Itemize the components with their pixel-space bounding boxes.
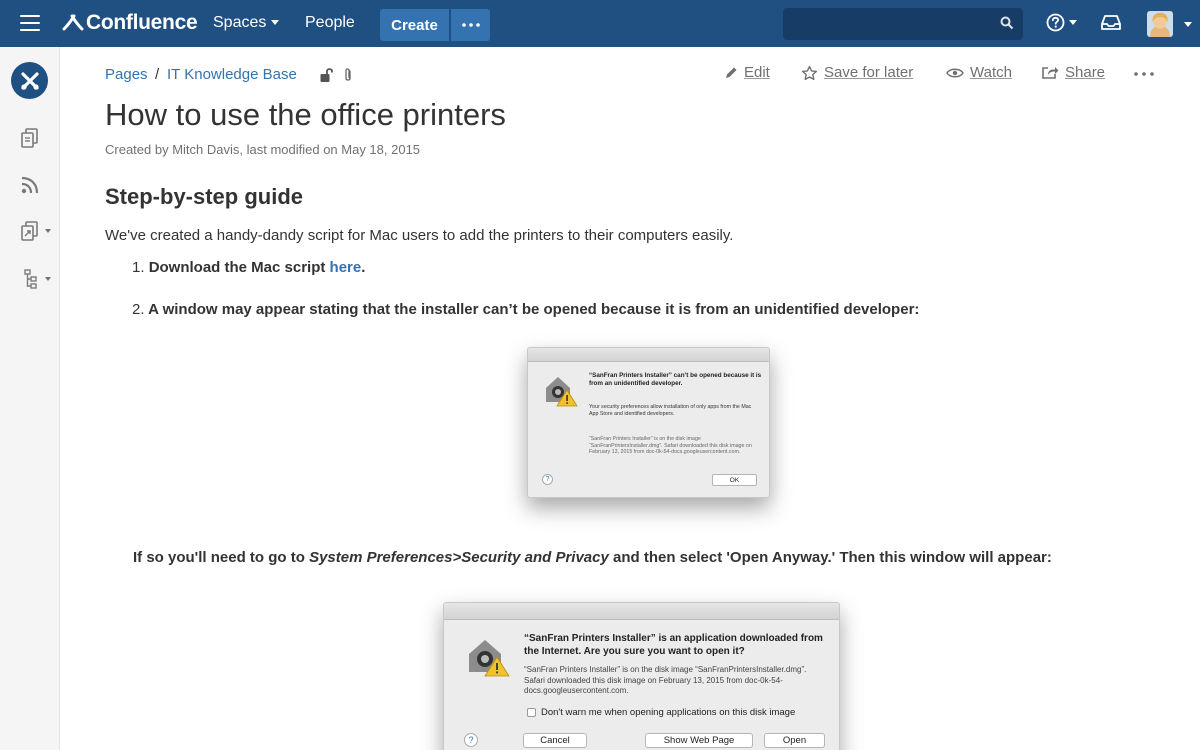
script-download-link[interactable]: here bbox=[330, 259, 362, 276]
notifications-inbox-icon[interactable] bbox=[1101, 14, 1121, 31]
user-avatar[interactable] bbox=[1147, 11, 1173, 37]
list-item: 2. A window may appear stating that the … bbox=[132, 301, 919, 318]
intro-paragraph: We've created a handy-dandy script for M… bbox=[105, 227, 734, 244]
dialog-show-web-page-button: Show Web Page bbox=[645, 733, 753, 748]
share-label: Share bbox=[1065, 64, 1106, 81]
dialog-body: “SanFran Printers Installer” is on the d… bbox=[524, 665, 807, 695]
user-avatar-image bbox=[1147, 11, 1173, 37]
dialog-body: Your security preferences allow installa… bbox=[589, 404, 752, 417]
dialog-title-bar bbox=[528, 348, 769, 362]
pencil-icon bbox=[726, 67, 737, 78]
breadcrumb-it-knowledge-base[interactable]: IT Knowledge Base bbox=[167, 66, 297, 83]
blog-feed-icon[interactable] bbox=[20, 175, 40, 195]
dialog-open-button: Open bbox=[764, 733, 825, 748]
shortcuts-icon bbox=[21, 221, 38, 241]
spaces-label: Spaces bbox=[213, 14, 267, 31]
instruction-prefix: If so you'll need to go to bbox=[133, 549, 310, 566]
space-logo-icon[interactable] bbox=[11, 62, 48, 99]
dialog-help-button: ? bbox=[542, 474, 553, 485]
create-button[interactable]: Create bbox=[380, 9, 449, 41]
dialog-detail: “SanFran Printers Installer” is on the d… bbox=[589, 436, 752, 456]
chevron-down-icon bbox=[45, 277, 51, 281]
dialog-help-button: ? bbox=[464, 733, 478, 747]
open-application-dialog-screenshot: “SanFran Printers Installer” is an appli… bbox=[443, 602, 840, 750]
page-tree-icon bbox=[24, 269, 37, 289]
step-suffix: . bbox=[361, 259, 366, 276]
dialog-ok-button: OK bbox=[712, 474, 757, 486]
chevron-down-icon bbox=[1069, 20, 1077, 25]
step-text: A window may appear stating that the ins… bbox=[148, 301, 920, 318]
dialog-title-bar bbox=[444, 603, 839, 620]
share-button[interactable]: Share bbox=[1041, 64, 1105, 81]
chevron-down-icon bbox=[271, 20, 280, 26]
create-more-button[interactable] bbox=[451, 9, 490, 41]
product-name: Confluence bbox=[86, 11, 198, 34]
chevron-down-icon bbox=[45, 229, 51, 233]
space-sidebar bbox=[0, 47, 60, 750]
watch-label: Watch bbox=[970, 64, 1012, 81]
step-number: 2. bbox=[132, 301, 145, 318]
pages-icon[interactable] bbox=[20, 127, 40, 149]
security-warning-icon bbox=[546, 377, 578, 407]
checkbox-label: Don't warn me when opening applications … bbox=[541, 707, 796, 718]
menu-icon[interactable] bbox=[20, 15, 40, 31]
page-metadata: Created by Mitch Davis, last modified on… bbox=[105, 142, 421, 157]
unidentified-developer-dialog-screenshot: “SanFran Printers Installer” can’t be op… bbox=[527, 347, 770, 498]
people-link[interactable]: People bbox=[305, 14, 355, 32]
search-icon[interactable] bbox=[1000, 16, 1014, 30]
security-warning-icon bbox=[469, 640, 510, 677]
instruction-path: System Preferences>Security and Privacy bbox=[309, 549, 609, 566]
edit-button[interactable]: Edit bbox=[724, 64, 770, 81]
dialog-title: “SanFran Printers Installer” can’t be op… bbox=[589, 372, 762, 387]
breadcrumb-separator: / bbox=[155, 66, 160, 83]
save-for-later-label: Save for later bbox=[824, 64, 914, 81]
list-item: 1. Download the Mac script here. bbox=[132, 259, 365, 276]
attachment-icon[interactable] bbox=[343, 67, 353, 83]
checkbox-icon bbox=[527, 708, 536, 717]
section-heading: Step-by-step guide bbox=[105, 184, 304, 209]
search-field[interactable] bbox=[783, 8, 1023, 40]
confluence-logo[interactable]: Confluence bbox=[62, 10, 198, 36]
breadcrumb-pages[interactable]: Pages bbox=[105, 66, 148, 83]
eye-icon bbox=[946, 68, 964, 77]
chevron-down-icon[interactable] bbox=[1184, 22, 1192, 27]
confluence-logo-icon bbox=[62, 14, 84, 31]
dialog-title: “SanFran Printers Installer” is an appli… bbox=[524, 633, 823, 657]
more-actions-icon[interactable] bbox=[1134, 72, 1154, 76]
watch-button[interactable]: Watch bbox=[946, 64, 1012, 81]
page-title: How to use the office printers bbox=[105, 97, 506, 132]
page-tree-menu[interactable] bbox=[22, 268, 51, 290]
spaces-menu[interactable]: Spaces bbox=[213, 14, 280, 32]
dont-warn-checkbox: Don't warn me when opening applications … bbox=[527, 707, 795, 718]
help-icon bbox=[1046, 13, 1065, 32]
space-logo-glyph bbox=[20, 71, 39, 90]
more-horizontal-icon bbox=[461, 23, 480, 27]
shortcuts-menu[interactable] bbox=[20, 220, 51, 242]
save-for-later-button[interactable]: Save for later bbox=[801, 64, 913, 81]
unlock-icon[interactable] bbox=[319, 67, 334, 83]
star-icon bbox=[801, 65, 818, 80]
share-icon bbox=[1042, 67, 1059, 79]
step-number: 1. bbox=[132, 259, 145, 276]
step-text: Download the Mac script bbox=[148, 259, 330, 276]
instruction-suffix: and then select 'Open Anyway.' Then this… bbox=[608, 549, 1052, 566]
page-content: Pages / IT Knowledge Base Edit Save for … bbox=[60, 47, 1200, 750]
edit-label: Edit bbox=[744, 64, 770, 81]
dialog-cancel-button: Cancel bbox=[523, 733, 587, 748]
top-navigation-bar: Confluence Spaces People Create bbox=[0, 0, 1200, 47]
search-input[interactable] bbox=[783, 8, 1023, 40]
help-menu[interactable] bbox=[1046, 13, 1077, 32]
instruction-paragraph: If so you'll need to go to System Prefer… bbox=[133, 549, 1052, 566]
